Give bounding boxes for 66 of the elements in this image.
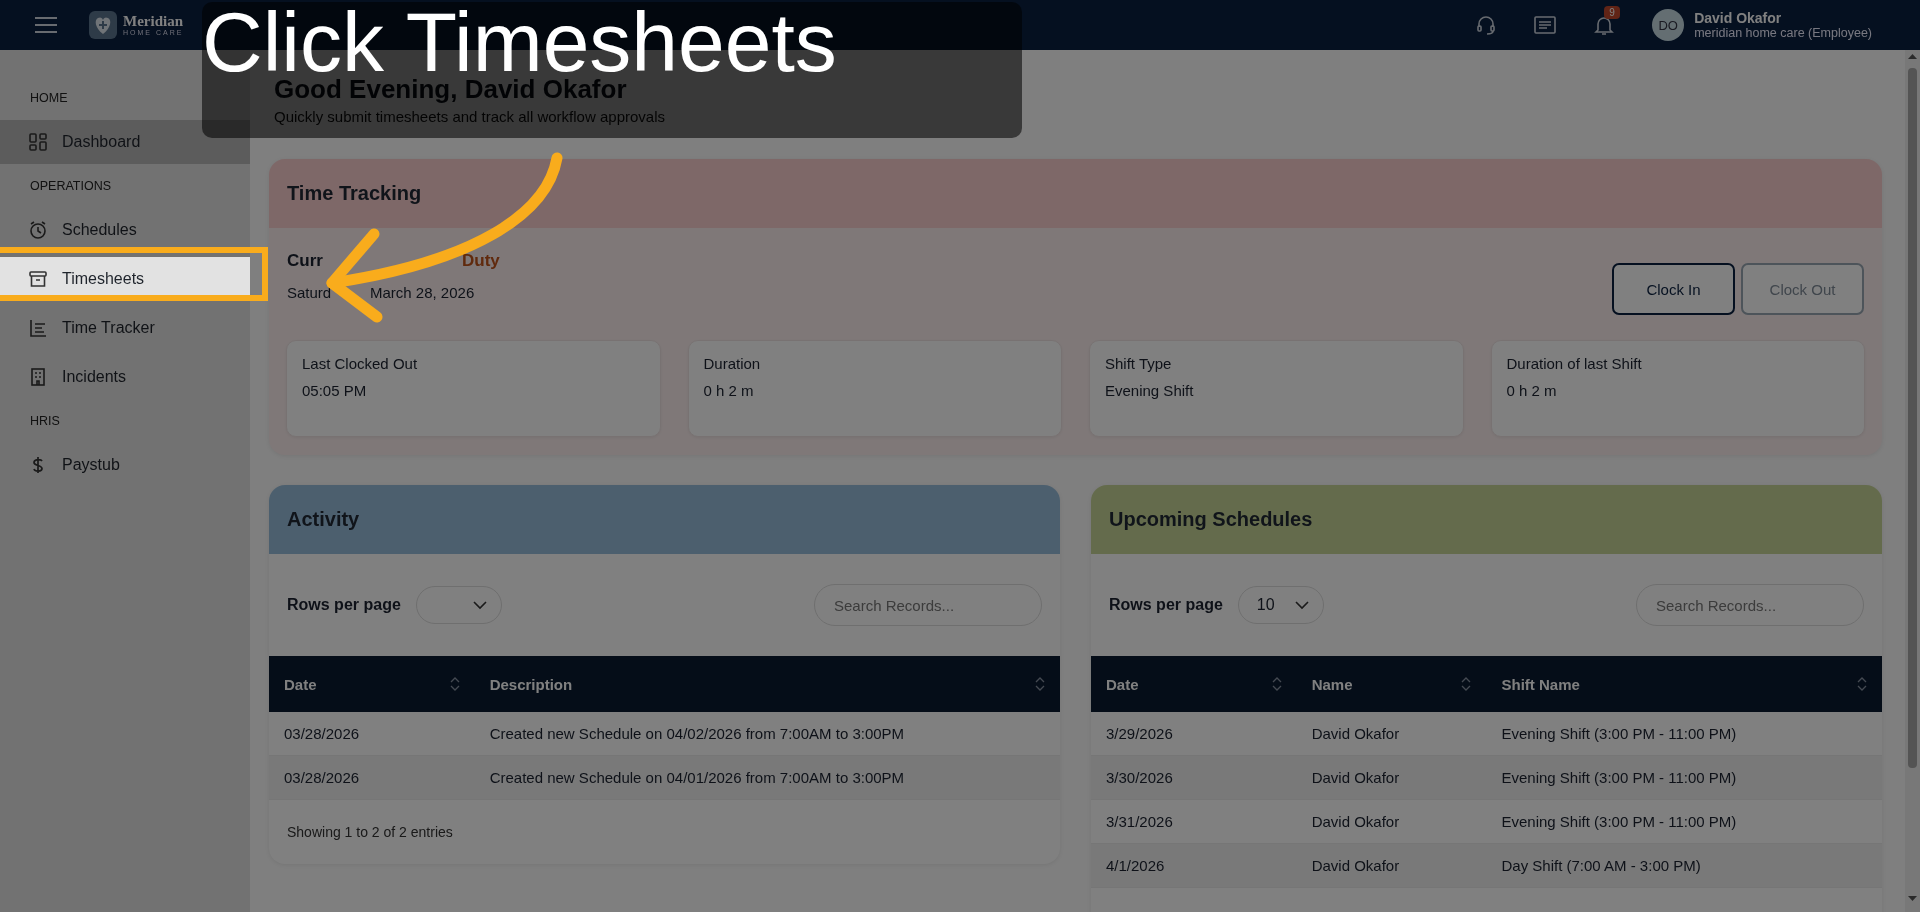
alarm-clock-icon — [28, 220, 48, 240]
user-avatar[interactable]: DO — [1652, 9, 1685, 41]
table-cell: 4/1/2026 — [1106, 857, 1165, 874]
user-name: David Okafor — [1694, 10, 1783, 26]
menu-icon[interactable] — [34, 16, 58, 34]
table-cell: 3/30/2026 — [1106, 769, 1173, 786]
stat-label: Duration — [703, 355, 762, 372]
table-cell: Evening Shift (3:00 PM - 11:00 PM) — [1501, 725, 1737, 742]
bell-icon[interactable] — [1594, 14, 1615, 36]
column-header[interactable]: Date — [284, 675, 317, 693]
rows-per-page-label: Rows per page — [1109, 596, 1223, 614]
table-cell: 03/28/2026 — [284, 769, 360, 786]
sort-icon[interactable] — [1271, 676, 1282, 692]
table-cell: Created new Schedule on 04/01/2026 from 7:00AM to 3:00PM — [489, 769, 905, 786]
rows-per-page-label: Rows per page — [287, 596, 401, 614]
column-header[interactable]: Name — [1311, 675, 1353, 693]
headset-icon[interactable] — [1476, 15, 1497, 35]
status-value: Duty — [462, 251, 500, 270]
table-cell: 3/29/2026 — [1106, 725, 1173, 742]
column-header[interactable]: Date — [1106, 675, 1139, 693]
sort-icon[interactable] — [1035, 676, 1045, 692]
sidebar-item[interactable]: Dashboard — [0, 120, 250, 164]
card-header: Upcoming Schedules — [1091, 485, 1882, 554]
table-cell: David Okafor — [1311, 769, 1400, 786]
column-header[interactable]: Description — [489, 675, 573, 693]
archive-box-icon — [28, 269, 48, 289]
search-field[interactable]: Search Records... — [1636, 584, 1864, 626]
tooltip-text: Click Timesheets — [202, 6, 837, 80]
card-header: Activity — [269, 485, 1060, 554]
list-icon — [28, 318, 48, 338]
table-cell: Evening Shift (3:00 PM - 11:00 PM) — [1501, 813, 1737, 830]
search-field[interactable]: Search Records... — [814, 584, 1042, 626]
table-cell: Created new Schedule on 04/02/2026 from 7:00AM to 3:00PM — [489, 725, 905, 742]
card-header: Time Tracking — [269, 159, 1882, 228]
stat-label: Shift Type — [1105, 355, 1173, 372]
column-header[interactable]: Shift Name — [1501, 675, 1580, 693]
chevron-down-icon — [1294, 600, 1309, 610]
table-cell: Evening Shift (3:00 PM - 11:00 PM) — [1501, 769, 1737, 786]
stat-value: 05:05 PM — [302, 382, 368, 399]
entries-summary: Showing 1 to 2 of 2 entries — [286, 823, 454, 842]
message-icon[interactable] — [1534, 16, 1557, 34]
table-cell: David Okafor — [1311, 725, 1400, 742]
sort-icon[interactable] — [449, 676, 460, 692]
building-icon — [28, 367, 48, 387]
notification-badge: 9 — [1604, 6, 1620, 19]
table-cell: Day Shift (7:00 AM - 3:00 PM) — [1501, 857, 1701, 874]
stat-label: Duration of last Shift — [1506, 355, 1643, 372]
date-text: March 28, 2026 — [370, 284, 475, 301]
grid-icon — [28, 132, 48, 152]
clock-button[interactable]: Clock In — [1612, 263, 1735, 315]
chevron-down-icon — [472, 600, 487, 610]
brand-name: Meridian — [123, 12, 184, 30]
table-cell: David Okafor — [1311, 813, 1400, 830]
sort-icon[interactable] — [1461, 676, 1472, 692]
table-cell: David Okafor — [1311, 857, 1400, 874]
stat-value: Evening Shift — [1105, 382, 1195, 399]
stat-label: Last Clocked Out — [302, 355, 419, 372]
user-role: meridian home care (Employee) — [1694, 26, 1872, 40]
stat-value: 0 h 2 m — [1506, 382, 1558, 399]
logo-icon — [88, 10, 118, 40]
status-label: Curr — [287, 251, 323, 270]
sort-icon[interactable] — [1857, 676, 1867, 692]
table-cell: 3/31/2026 — [1106, 813, 1173, 830]
stat-value: 0 h 2 m — [703, 382, 755, 399]
table-cell: 03/28/2026 — [284, 725, 360, 742]
date-text: Saturd — [287, 284, 332, 301]
